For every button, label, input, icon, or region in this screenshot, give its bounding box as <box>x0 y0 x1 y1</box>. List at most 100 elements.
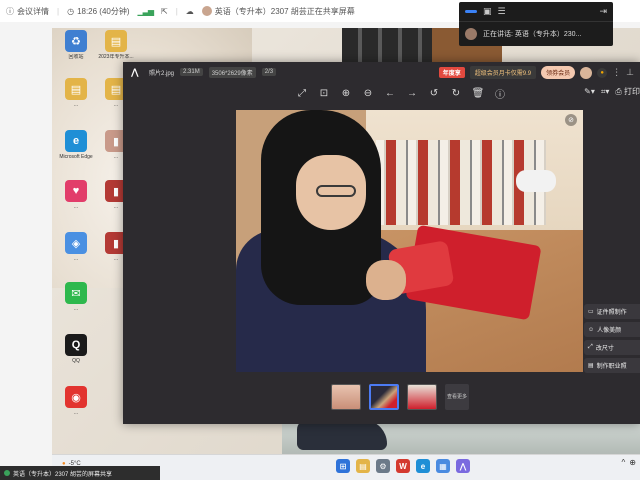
side-tool-button[interactable]: ▤ 制作职业照 <box>584 358 640 373</box>
displayed-photo: ⊘ <box>236 110 583 372</box>
menu-icon[interactable]: ⋮ <box>612 67 621 78</box>
pin-icon[interactable]: ⊥ <box>626 67 634 78</box>
desktop-icon-label: ... <box>73 102 79 108</box>
app-icon: ◈ <box>65 232 87 254</box>
chevron-up-icon[interactable]: ^ <box>622 458 626 467</box>
share-status-icon <box>4 470 10 476</box>
expand-icon[interactable]: ⇥ <box>599 6 607 17</box>
print-button[interactable]: ⎙ 打印 <box>615 86 640 97</box>
fullscreen-icon[interactable]: ⤢ <box>295 86 309 100</box>
user-avatar[interactable] <box>580 66 593 79</box>
desktop-icon[interactable]: ▤... <box>56 78 96 108</box>
meeting-time: ◷ 18:26 (40分钟) <box>67 6 129 17</box>
desktop-icon[interactable]: Q QQ <box>56 334 96 364</box>
print-label: 打印 <box>624 87 640 96</box>
side-tool-icon: ☺ <box>588 326 595 333</box>
app-icon: ◉ <box>65 386 87 408</box>
viewer-toolbar: ⤢ ⊡ ⊕ ⊖ ← → ↺ ↻ 🗑 ⓘ ✎▾ ⌗▾ ⎙ 打印 <box>123 86 640 102</box>
speaking-label: 正在讲话: 英语（专升本）230... <box>483 31 582 38</box>
next-icon[interactable]: → <box>405 86 419 100</box>
meeting-time-label: 18:26 (40分钟) <box>77 6 130 16</box>
desktop-icon[interactable]: e Microsoft Edge <box>56 130 96 160</box>
side-tool-label: 制作职业照 <box>596 364 627 370</box>
desktop-icon[interactable]: ◉... <box>56 386 96 416</box>
rotate-left-icon[interactable]: ↺ <box>427 86 441 100</box>
thumbnail-1[interactable] <box>331 384 361 410</box>
taskbar-app-icons: ⊞ ▤ ⚙ W e ▦ ⋀ <box>336 459 470 473</box>
side-tool-buttons: ▭ 证件照制作 ☺ 人像美颜 ⤢ 改尺寸 ▤ 制作职业照 <box>584 304 640 373</box>
zoom-in-icon[interactable]: ⊕ <box>339 86 353 100</box>
file-explorer-icon[interactable]: ▤ <box>356 459 370 473</box>
desktop-icon-label: ... <box>73 306 79 312</box>
vip-tag[interactable]: 年度享 <box>438 67 465 78</box>
screen-share-bar: 英语（专升本）2307 胡芸的屏幕共享 <box>0 466 160 480</box>
viewer-title-bar: ⋀ 照片2.jpg 2.31M 3506*2629像素 2/3 年度享 超级会员… <box>123 62 640 82</box>
app-icon: Q <box>65 334 87 356</box>
zoom-out-icon[interactable]: ⊖ <box>361 86 375 100</box>
side-tool-label: 证件照制作 <box>596 310 627 316</box>
desktop-icon[interactable]: ♥... <box>56 180 96 210</box>
app-icon: ♻ <box>65 30 87 52</box>
viewer-app-icon[interactable]: ⋀ <box>456 459 470 473</box>
view-more-button[interactable]: 查看更多 <box>445 384 469 410</box>
side-tool-icon: ▤ <box>588 363 594 369</box>
rotate-right-icon[interactable]: ↻ <box>449 86 463 100</box>
network-icon[interactable]: ⊕ <box>629 458 636 467</box>
file-size: 2.31M <box>180 68 203 76</box>
sharer-avatar <box>201 6 212 16</box>
file-name: 照片2.jpg <box>149 70 175 77</box>
photo-person-glasses <box>316 185 356 197</box>
system-tray: ^ ⊕ <box>622 458 636 467</box>
desktop-icon[interactable]: ✉... <box>56 282 96 312</box>
viewer-logo-icon: ⋀ <box>131 67 139 77</box>
previous-icon[interactable]: ← <box>383 86 397 100</box>
desktop-icon-label: 回收站 <box>68 54 84 60</box>
thumbnail-2[interactable] <box>369 384 399 410</box>
desktop-icon[interactable]: ♻ 回收站 <box>56 30 96 60</box>
desktop-icon-label: ... <box>73 256 79 262</box>
wps-icon[interactable]: W <box>396 459 410 473</box>
coin-icon[interactable]: ● <box>597 67 608 78</box>
printer-icon: ⎙ <box>615 87 622 96</box>
clock-icon: ◷ <box>67 6 75 16</box>
cloud-icon: ☁ <box>185 6 194 16</box>
window-icon[interactable]: ▣ <box>483 6 492 17</box>
vip-promo[interactable]: 超级会员月卡仅需9.9 <box>469 66 537 79</box>
side-tool-icon: ▭ <box>588 309 594 315</box>
thumbnail-3[interactable] <box>407 384 437 410</box>
sharer-info: 英语（专升本）2307 胡芸正在共享屏幕 <box>201 6 355 17</box>
side-tool-button[interactable]: ⤢ 改尺寸 <box>584 340 640 355</box>
desktop-icon-label: Microsoft Edge <box>59 154 93 160</box>
speaking-indicator: 正在讲话: 英语（专升本）230... <box>459 22 613 46</box>
desktop-icon[interactable]: ◈... <box>56 232 96 262</box>
page-index: 2/3 <box>261 68 277 76</box>
photo-corner-icon[interactable]: ⊘ <box>565 114 577 126</box>
vip-button[interactable]: 领券会员 <box>541 66 576 79</box>
minimize-bar-icon[interactable] <box>465 10 477 13</box>
side-tool-button[interactable]: ▭ 证件照制作 <box>584 304 640 319</box>
app-icon: ✉ <box>65 282 87 304</box>
divider: | <box>175 6 178 16</box>
meeting-details-button[interactable]: ⓘ 会议详情 <box>6 6 49 17</box>
wallpaper-shoe <box>297 420 387 450</box>
info-icon[interactable]: ⓘ <box>493 86 507 101</box>
app-icon: e <box>65 130 87 152</box>
signal-icon: ▁▃▅ <box>137 6 155 16</box>
settings-icon[interactable]: ⚙ <box>376 459 390 473</box>
photo-person-hands <box>366 260 406 300</box>
list-icon[interactable]: ☰ <box>498 6 506 17</box>
edit-icon[interactable]: ✎▾ <box>584 87 595 96</box>
start-icon[interactable]: ⊞ <box>336 459 350 473</box>
photos-icon[interactable]: ▦ <box>436 459 450 473</box>
info-icon: ⓘ <box>6 6 14 16</box>
crop-icon[interactable]: ⌗▾ <box>601 87 610 97</box>
edge-icon[interactable]: e <box>416 459 430 473</box>
side-tool-button[interactable]: ☺ 人像美颜 <box>584 322 640 337</box>
delete-icon[interactable]: 🗑 <box>471 86 485 100</box>
desktop-icon[interactable]: ▤ 2023年专升本... <box>96 30 136 60</box>
sharer-label: 英语（专升本）2307 胡芸正在共享屏幕 <box>214 6 355 16</box>
actual-size-icon[interactable]: ⊡ <box>317 86 331 100</box>
external-link-icon[interactable]: ⇱ <box>161 7 168 16</box>
desktop-icon-label: ... <box>73 204 79 210</box>
app-icon: ♥ <box>65 180 87 202</box>
